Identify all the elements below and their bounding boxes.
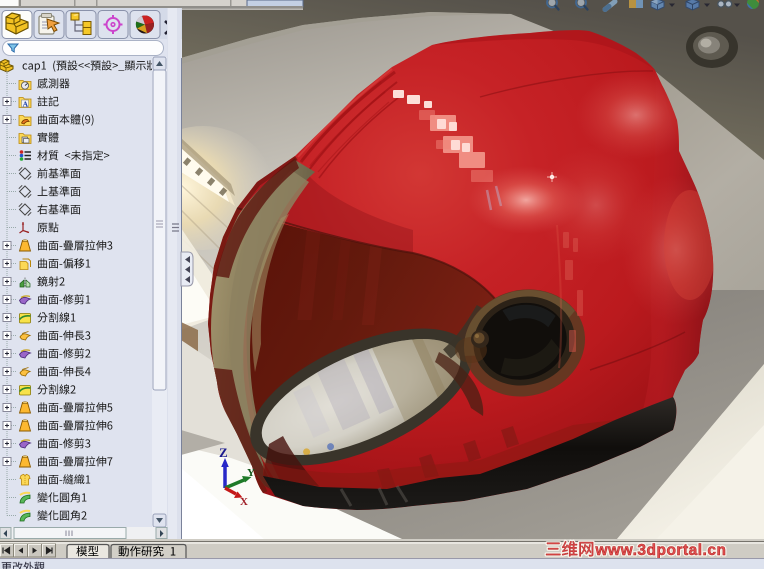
svg-text:Z: Z [219,445,228,460]
svg-text:X: X [240,496,248,508]
svg-text:www.3dportal.cn: www.3dportal.cn [595,542,727,559]
svg-text:Y: Y [247,467,255,479]
svg-text:A: A [23,100,29,109]
